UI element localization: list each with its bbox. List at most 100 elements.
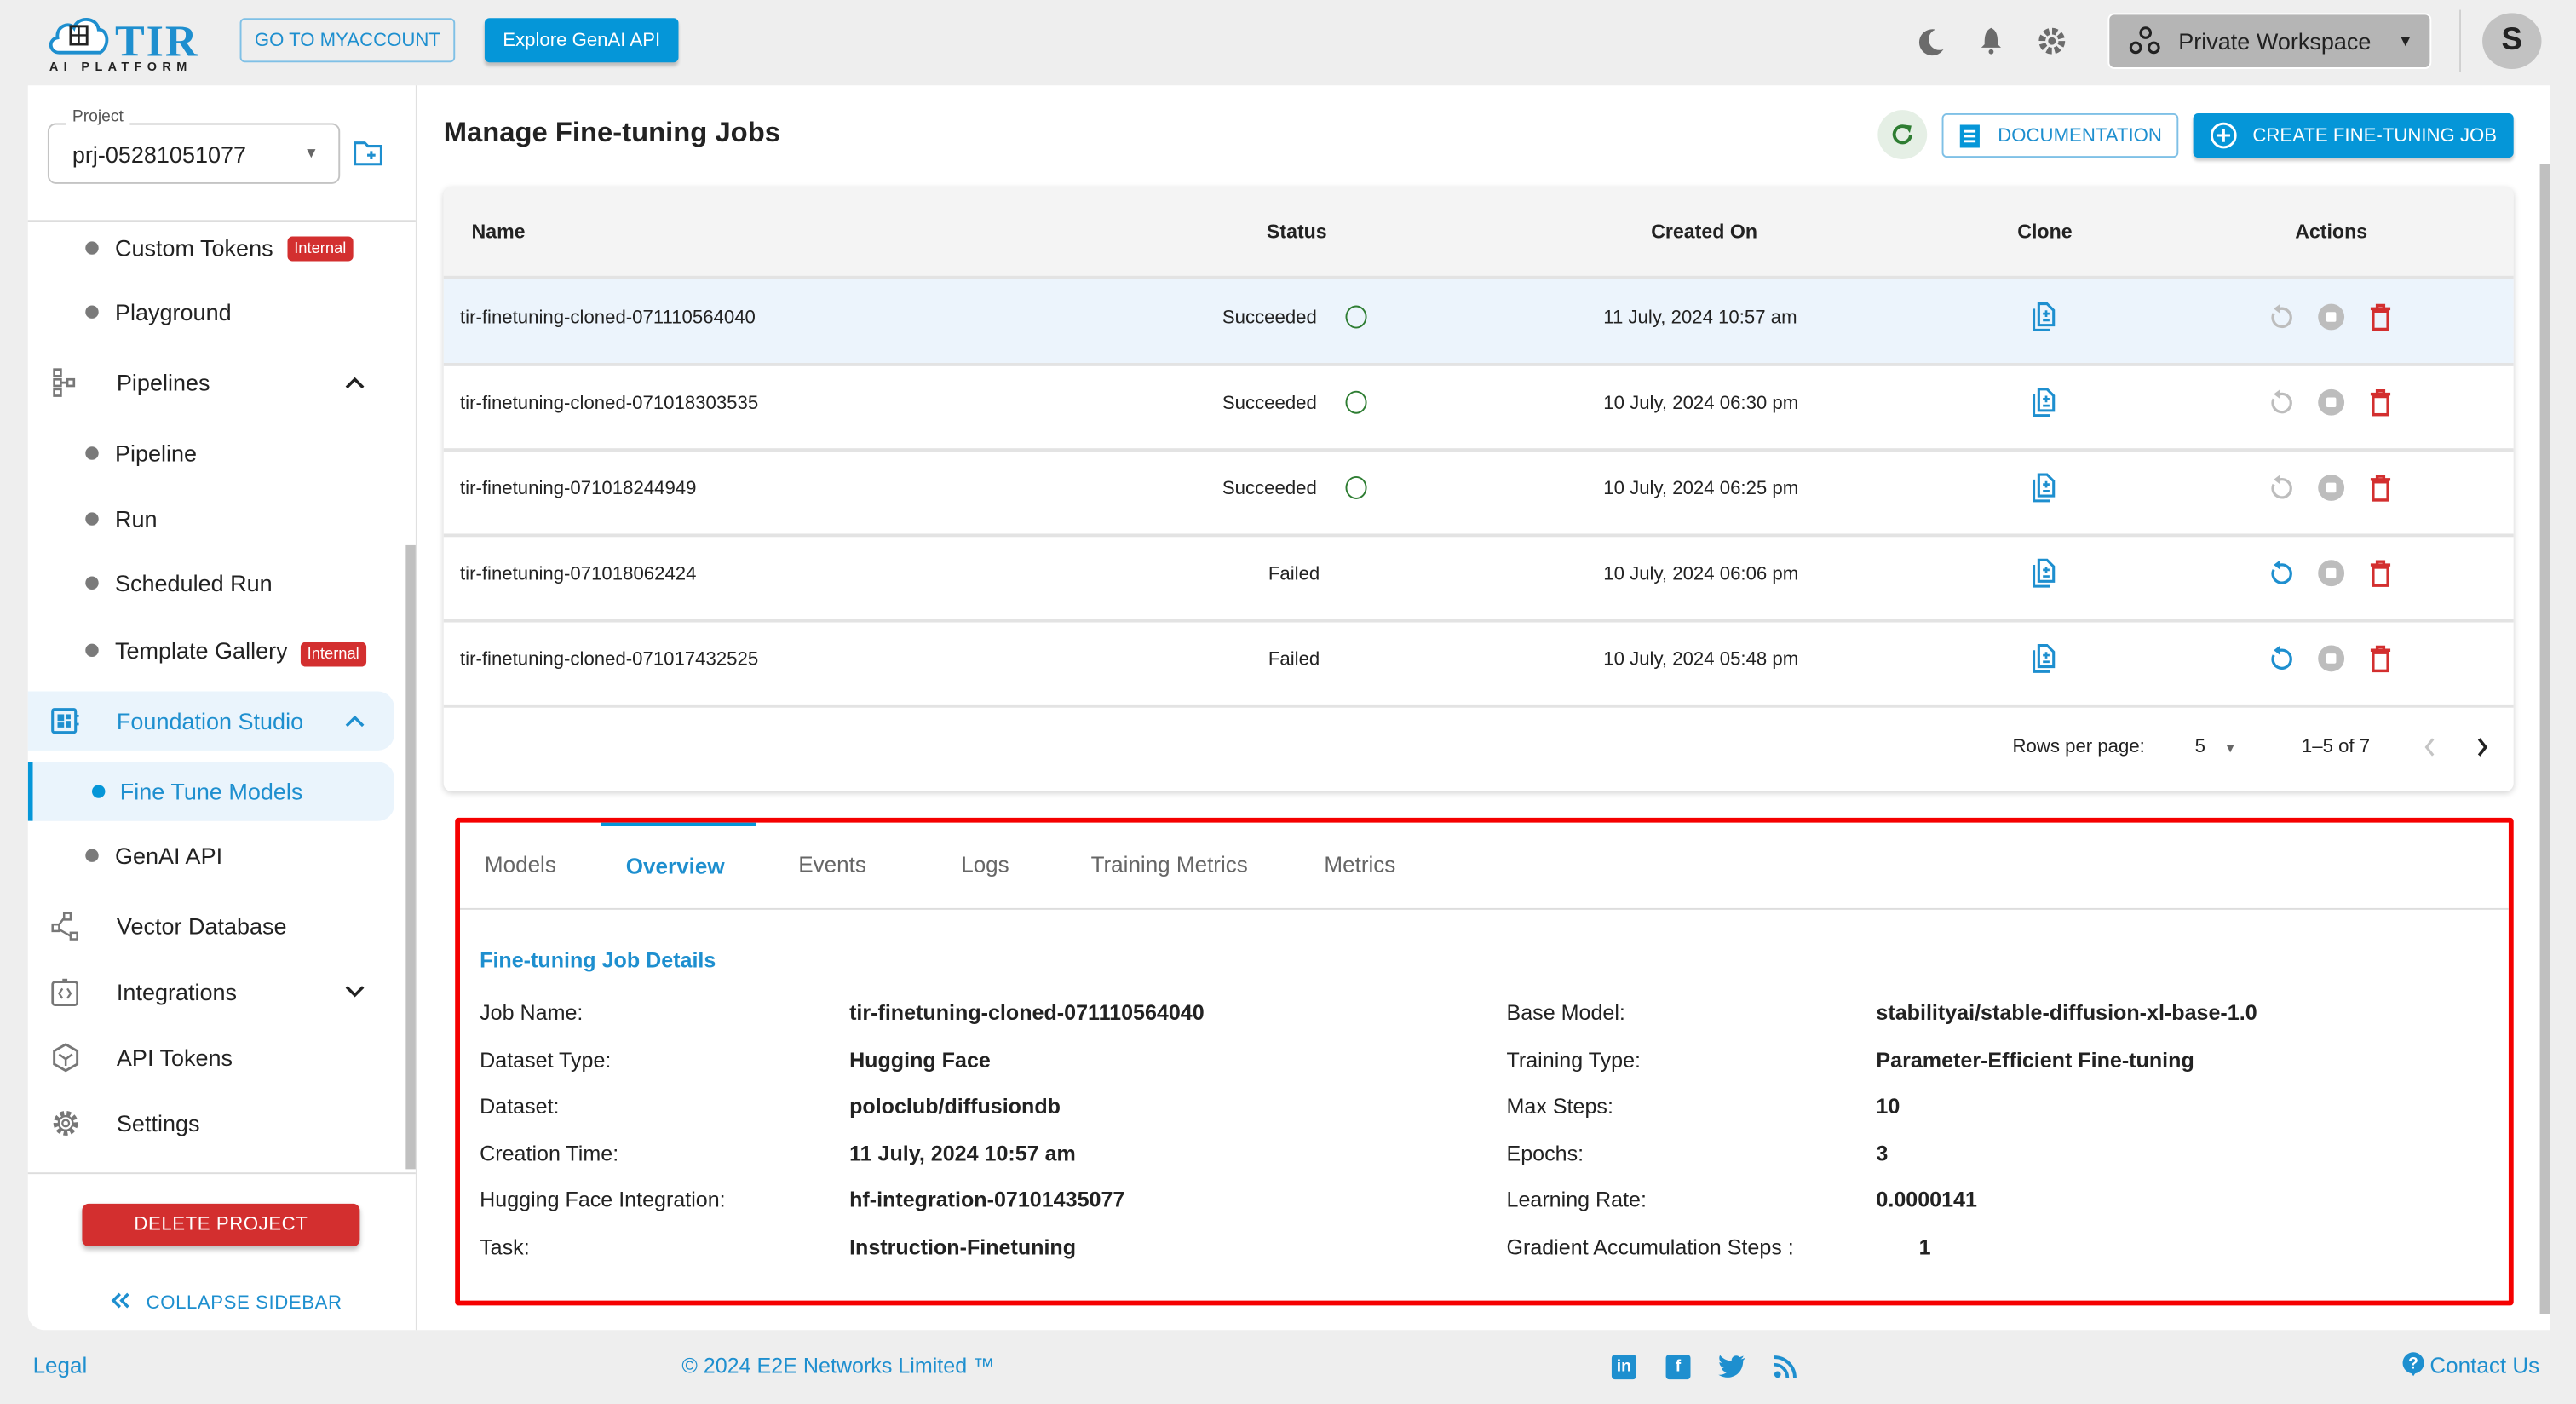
rows-per-page-label: Rows per page: xyxy=(2012,737,2145,757)
tab-logs[interactable]: Logs xyxy=(961,852,1009,877)
created-on-cell: 10 July, 2024 05:48 pm xyxy=(1603,650,1799,670)
section-title: Fine-tuning Job Details xyxy=(480,947,716,973)
retry-icon[interactable] xyxy=(2265,558,2295,588)
clone-icon[interactable] xyxy=(2029,558,2059,588)
main-scrollbar[interactable] xyxy=(2539,164,2550,1314)
internal-badge: Internal xyxy=(287,236,354,262)
contact-us-link[interactable]: ? Contact Us xyxy=(2402,1351,2539,1378)
sidebar-item-pipelines[interactable]: Pipelines xyxy=(28,353,394,411)
sidebar-item-template-gallery[interactable]: Template Gallery Internal xyxy=(28,621,394,680)
sidebar-item-vector-database[interactable]: Vector Database xyxy=(28,896,394,955)
next-page-button[interactable] xyxy=(2475,737,2488,762)
table-row[interactable]: tir-finetuning-cloned-071017432525 Faile… xyxy=(443,621,2514,708)
job-name-cell[interactable]: tir-finetuning-cloned-071018303535 xyxy=(460,394,758,414)
project-select[interactable]: prj-05281051077 ▼ xyxy=(47,123,341,184)
tab-training-metrics[interactable]: Training Metrics xyxy=(1091,852,1248,877)
documentation-button[interactable]: DOCUMENTATION xyxy=(1941,112,2179,158)
bell-icon[interactable] xyxy=(1975,25,2008,58)
sidebar-item-genai-api[interactable]: GenAI API xyxy=(28,826,394,885)
tab-models[interactable]: Models xyxy=(485,852,556,877)
detail-value: 10 xyxy=(1876,1093,1900,1119)
delete-icon[interactable] xyxy=(2366,644,2395,674)
tab-events[interactable]: Events xyxy=(798,852,866,877)
documentation-label: DOCUMENTATION xyxy=(1998,125,2162,146)
sidebar-item-run[interactable]: Run xyxy=(28,489,394,548)
user-avatar[interactable]: S xyxy=(2482,13,2542,69)
page-title: Manage Fine-tuning Jobs xyxy=(443,116,780,148)
create-fine-tuning-job-button[interactable]: CREATE FINE-TUNING JOB xyxy=(2193,112,2514,158)
workspace-icon xyxy=(2129,26,2160,55)
internal-badge: Internal xyxy=(300,642,366,667)
bullet-icon xyxy=(85,446,99,460)
go-to-myaccount-button[interactable]: GO TO MYACCOUNT xyxy=(239,18,456,63)
column-header-name[interactable]: Name xyxy=(471,220,525,243)
detail-label: Max Steps: xyxy=(1506,1093,1613,1119)
sidebar-item-custom-tokens[interactable]: Custom Tokens Internal xyxy=(28,218,394,277)
clone-icon[interactable] xyxy=(2029,473,2059,503)
sidebar-item-scheduled-run[interactable]: Scheduled Run xyxy=(28,554,394,613)
tab-overview[interactable]: Overview xyxy=(626,854,725,878)
sidebar-item-label: Custom Tokens xyxy=(114,234,273,262)
sidebar-item-integrations[interactable]: Integrations xyxy=(28,963,394,1021)
sidebar-item-api-tokens[interactable]: API Tokens xyxy=(28,1028,394,1087)
clone-icon[interactable] xyxy=(2029,643,2059,674)
sidebar-item-label: Settings xyxy=(116,1109,200,1136)
gear-icon[interactable] xyxy=(2035,25,2068,58)
column-header-status[interactable]: Status xyxy=(1267,220,1327,243)
job-name-cell[interactable]: tir-finetuning-071018244949 xyxy=(460,480,696,499)
collapse-sidebar-button[interactable]: COLLAPSE SIDEBAR xyxy=(110,1292,342,1314)
job-name-cell[interactable]: tir-finetuning-071018062424 xyxy=(460,565,696,584)
delete-icon[interactable] xyxy=(2366,558,2395,588)
table-row[interactable]: tir-finetuning-cloned-071018303535 Succe… xyxy=(443,365,2514,452)
rows-per-page-select[interactable]: 5 ▼ xyxy=(2195,737,2237,757)
clone-icon[interactable] xyxy=(2029,388,2059,417)
job-details-panel: Models Overview Events Logs Training Met… xyxy=(455,817,2514,1306)
delete-icon[interactable] xyxy=(2366,302,2395,332)
delete-icon[interactable] xyxy=(2366,388,2395,417)
clone-icon[interactable] xyxy=(2029,302,2059,332)
chevron-up-icon xyxy=(345,710,365,733)
workspace-label: Private Workspace xyxy=(2178,27,2372,55)
chevron-left-icon xyxy=(2424,738,2435,757)
tir-logo[interactable]: TIR AI PLATFORM xyxy=(46,10,210,76)
table-row[interactable]: tir-finetuning-071018062424 Failed 10 Ju… xyxy=(443,535,2514,623)
status-cell: Succeeded xyxy=(1222,308,1317,329)
column-header-created-on[interactable]: Created On xyxy=(1651,220,1757,243)
linkedin-icon[interactable]: in xyxy=(1611,1355,1636,1380)
sidebar-item-pipeline[interactable]: Pipeline xyxy=(28,423,394,482)
table-row[interactable]: tir-finetuning-cloned-071110564040 Succe… xyxy=(443,279,2514,366)
main-panel: Manage Fine-tuning Jobs DOCUMENTATION CR… xyxy=(415,85,2550,1331)
sidebar-item-label: Fine Tune Models xyxy=(119,778,303,805)
workspace-selector[interactable]: Private Workspace ▼ xyxy=(2107,13,2432,69)
legal-link[interactable]: Legal xyxy=(33,1353,88,1378)
tab-metrics[interactable]: Metrics xyxy=(1324,852,1395,877)
created-on-cell: 11 July, 2024 10:57 am xyxy=(1603,308,1797,329)
detail-label: Dataset Type: xyxy=(480,1047,612,1073)
table-row[interactable]: tir-finetuning-071018244949 Succeeded 10… xyxy=(443,450,2514,538)
previous-page-button[interactable] xyxy=(2424,737,2436,762)
job-name-cell[interactable]: tir-finetuning-cloned-071017432525 xyxy=(460,650,758,670)
moon-icon[interactable] xyxy=(1916,25,1949,58)
status-cell: Failed xyxy=(1268,565,1320,585)
stop-icon xyxy=(2316,388,2346,417)
sidebar-item-playground[interactable]: Playground xyxy=(28,283,394,342)
status-cell: Failed xyxy=(1268,650,1320,670)
collapse-sidebar-label: COLLAPSE SIDEBAR xyxy=(146,1292,342,1314)
sidebar-item-settings[interactable]: Settings xyxy=(28,1094,394,1153)
facebook-icon[interactable]: f xyxy=(1665,1355,1691,1380)
detail-value: 1 xyxy=(1918,1234,1931,1260)
logo-subtitle: AI PLATFORM xyxy=(49,59,193,74)
active-tab-indicator xyxy=(601,822,756,826)
add-folder-icon[interactable] xyxy=(354,140,383,174)
delete-project-button[interactable]: DELETE PROJECT xyxy=(82,1203,360,1246)
refresh-button[interactable] xyxy=(1877,110,1928,159)
twitter-icon[interactable] xyxy=(1716,1353,1746,1387)
rss-icon[interactable] xyxy=(1773,1355,1797,1388)
delete-icon[interactable] xyxy=(2366,473,2395,503)
retry-icon[interactable] xyxy=(2265,644,2295,674)
explore-genai-api-button[interactable]: Explore GenAI API xyxy=(484,18,679,63)
job-name-cell[interactable]: tir-finetuning-cloned-071110564040 xyxy=(460,308,756,328)
sidebar-scrollbar[interactable] xyxy=(405,544,416,1170)
sidebar-item-fine-tune-models[interactable]: Fine Tune Models xyxy=(27,762,394,821)
sidebar-item-foundation-studio[interactable]: Foundation Studio xyxy=(27,691,394,751)
